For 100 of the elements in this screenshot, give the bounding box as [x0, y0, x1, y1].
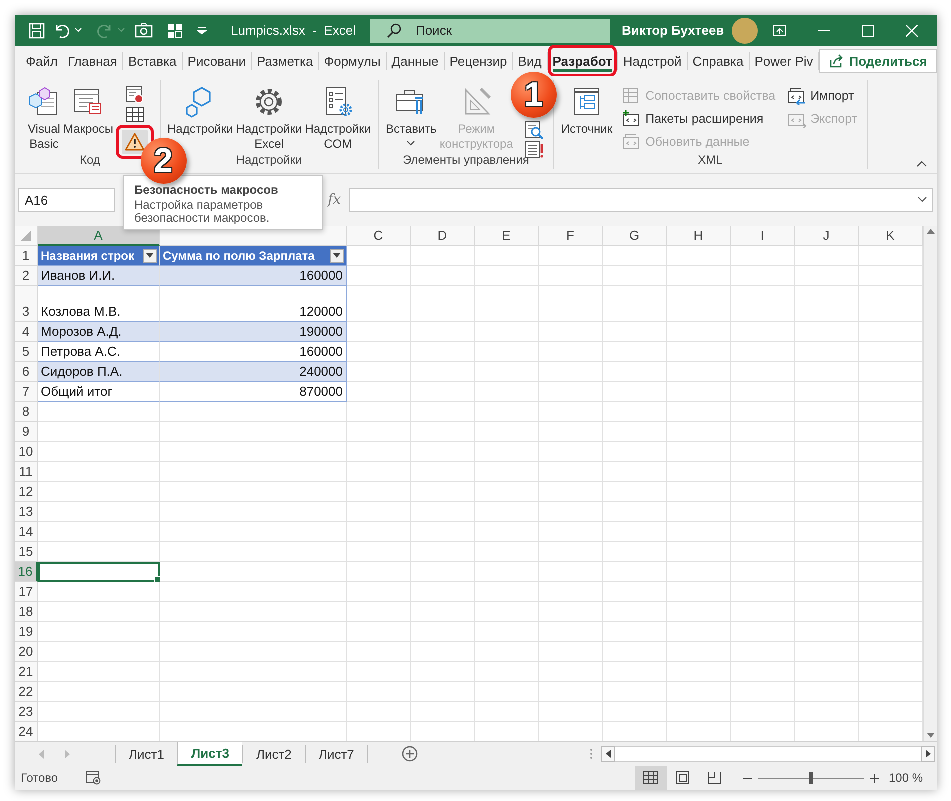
column-header[interactable]: A — [38, 226, 160, 246]
ribbon-tab[interactable]: Справка — [688, 51, 749, 71]
row-header[interactable]: 7 — [15, 382, 38, 402]
row-header[interactable]: 12 — [15, 482, 38, 502]
tooltip-text: Настройка параметров безопасности макросов. — [134, 199, 271, 224]
table-cell: Иванов И.И. — [38, 266, 160, 286]
code-add-icon — [622, 110, 642, 128]
column-header[interactable]: F — [539, 226, 603, 246]
dropdown-icon[interactable] — [918, 197, 927, 203]
row-header[interactable]: 20 — [15, 642, 38, 662]
search-field[interactable]: Поиск — [370, 18, 610, 42]
filter-button[interactable] — [143, 248, 157, 262]
row-header[interactable]: 24 — [15, 722, 38, 741]
dropdown-icon[interactable] — [333, 253, 341, 258]
row-header[interactable]: 13 — [15, 502, 38, 522]
column-header[interactable]: H — [667, 226, 731, 246]
ribbon-tab[interactable]: Рисовани — [182, 51, 252, 71]
row-header[interactable]: 4 — [15, 322, 38, 342]
ribbon-tab[interactable]: Разработ — [548, 45, 618, 77]
row-header[interactable]: 1 — [15, 246, 38, 266]
sheet-tab[interactable]: Лист3 — [177, 742, 242, 766]
row-header[interactable]: 21 — [15, 662, 38, 682]
row-header[interactable]: 2 — [15, 266, 38, 286]
ribbon-tab[interactable]: Вид — [513, 51, 547, 71]
row-header[interactable]: 17 — [15, 582, 38, 602]
zoom-in-icon[interactable] — [870, 774, 879, 782]
sheet-tab[interactable]: Лист2 — [242, 745, 305, 763]
insert-function-button[interactable]: fx — [328, 192, 342, 208]
column-header[interactable]: J — [795, 226, 859, 246]
ribbon-tab[interactable]: Данные — [386, 51, 444, 71]
table-cell: Общий итог — [38, 382, 160, 402]
avatar[interactable] — [732, 18, 758, 44]
caret-icon — [407, 141, 416, 146]
ribbon-tab[interactable]: Power Piv — [750, 51, 818, 71]
table-cell: 160000 — [160, 266, 347, 286]
ribbon-button[interactable]: Источник — [560, 83, 614, 137]
add-sheet-icon[interactable] — [402, 746, 418, 762]
ribbon-tab[interactable]: Вставка — [123, 51, 182, 71]
resize-handle-icon[interactable] — [590, 748, 594, 760]
row-header[interactable]: 19 — [15, 622, 38, 642]
ribbon-tab[interactable]: Надстрой — [618, 51, 687, 71]
table-header-cell: Сумма по полю Зарплата — [160, 246, 347, 266]
ribbon-tab[interactable]: Файл — [21, 51, 63, 71]
row-header[interactable]: 14 — [15, 522, 38, 542]
column-header[interactable]: G — [603, 226, 667, 246]
column-header[interactable]: D — [411, 226, 475, 246]
scroll-up-icon[interactable] — [926, 229, 934, 234]
ribbon-button[interactable]: Visual Basic — [27, 83, 62, 152]
column-header[interactable]: I — [731, 226, 795, 246]
name-box[interactable]: A16 — [18, 188, 115, 212]
ribbon-button[interactable]: Макросы — [62, 83, 114, 137]
row-header[interactable]: 16 — [15, 562, 38, 582]
collapse-ribbon-icon[interactable] — [917, 161, 927, 167]
scroll-right-icon[interactable] — [926, 750, 931, 758]
row-header[interactable]: 8 — [15, 402, 38, 422]
column-header[interactable]: K — [859, 226, 923, 246]
import-icon — [786, 87, 807, 105]
zoom-slider-thumb[interactable] — [808, 772, 813, 784]
share-icon — [829, 54, 844, 68]
dropdown-icon[interactable] — [146, 253, 154, 258]
row-header[interactable]: 3 — [15, 286, 38, 322]
column-header[interactable]: E — [475, 226, 539, 246]
filter-button[interactable] — [330, 248, 344, 262]
table-cell: Морозов А.Д. — [38, 322, 160, 342]
scroll-left-icon[interactable] — [606, 750, 611, 758]
group-label: Элементы управления — [402, 153, 530, 167]
table-cell: Сидоров П.А. — [38, 362, 160, 382]
ribbon-button[interactable]: Надстройки COM — [304, 83, 372, 152]
status-text: Готово — [21, 771, 58, 785]
group-label: Надстройки — [235, 153, 304, 167]
table-cell: 190000 — [160, 322, 347, 342]
row-header[interactable]: 5 — [15, 342, 38, 362]
ribbon-tab[interactable]: Формулы — [319, 51, 386, 71]
row-header[interactable]: 6 — [15, 362, 38, 382]
row-header[interactable]: 10 — [15, 442, 38, 462]
share-button[interactable]: Поделиться — [819, 49, 937, 73]
ribbon-button[interactable]: Надстройки Excel — [235, 83, 304, 152]
formula-field[interactable] — [349, 188, 933, 212]
scroll-down-icon[interactable] — [926, 733, 934, 738]
ribbon-button[interactable]: Импорт — [784, 85, 861, 107]
ribbon-tab[interactable]: Рецензир — [444, 51, 512, 71]
row-header[interactable]: 9 — [15, 422, 38, 442]
row-header[interactable]: 22 — [15, 682, 38, 702]
zoom-level[interactable]: 100 % — [888, 771, 923, 785]
selected-cell[interactable] — [38, 562, 160, 582]
ribbon-tab[interactable]: Главная — [62, 51, 122, 71]
normal-view-icon[interactable] — [634, 766, 667, 790]
row-header[interactable]: 23 — [15, 702, 38, 722]
table-header-cell: Названия строк — [38, 246, 160, 266]
ribbon-tab[interactable]: Разметка — [252, 51, 318, 71]
row-header[interactable]: 11 — [15, 462, 38, 482]
macro-record-icon[interactable] — [86, 771, 102, 785]
column-header[interactable]: C — [347, 226, 411, 246]
row-header[interactable]: 18 — [15, 602, 38, 622]
sheet-tab[interactable]: Лист7 — [304, 745, 368, 763]
ribbon-button[interactable]: Надстройки — [166, 83, 234, 137]
ribbon-button[interactable]: Вставить — [385, 83, 438, 146]
ribbon-button[interactable]: Пакеты расширения — [618, 108, 779, 130]
vertical-scrollbar[interactable] — [923, 226, 937, 741]
row-header[interactable]: 15 — [15, 542, 38, 562]
